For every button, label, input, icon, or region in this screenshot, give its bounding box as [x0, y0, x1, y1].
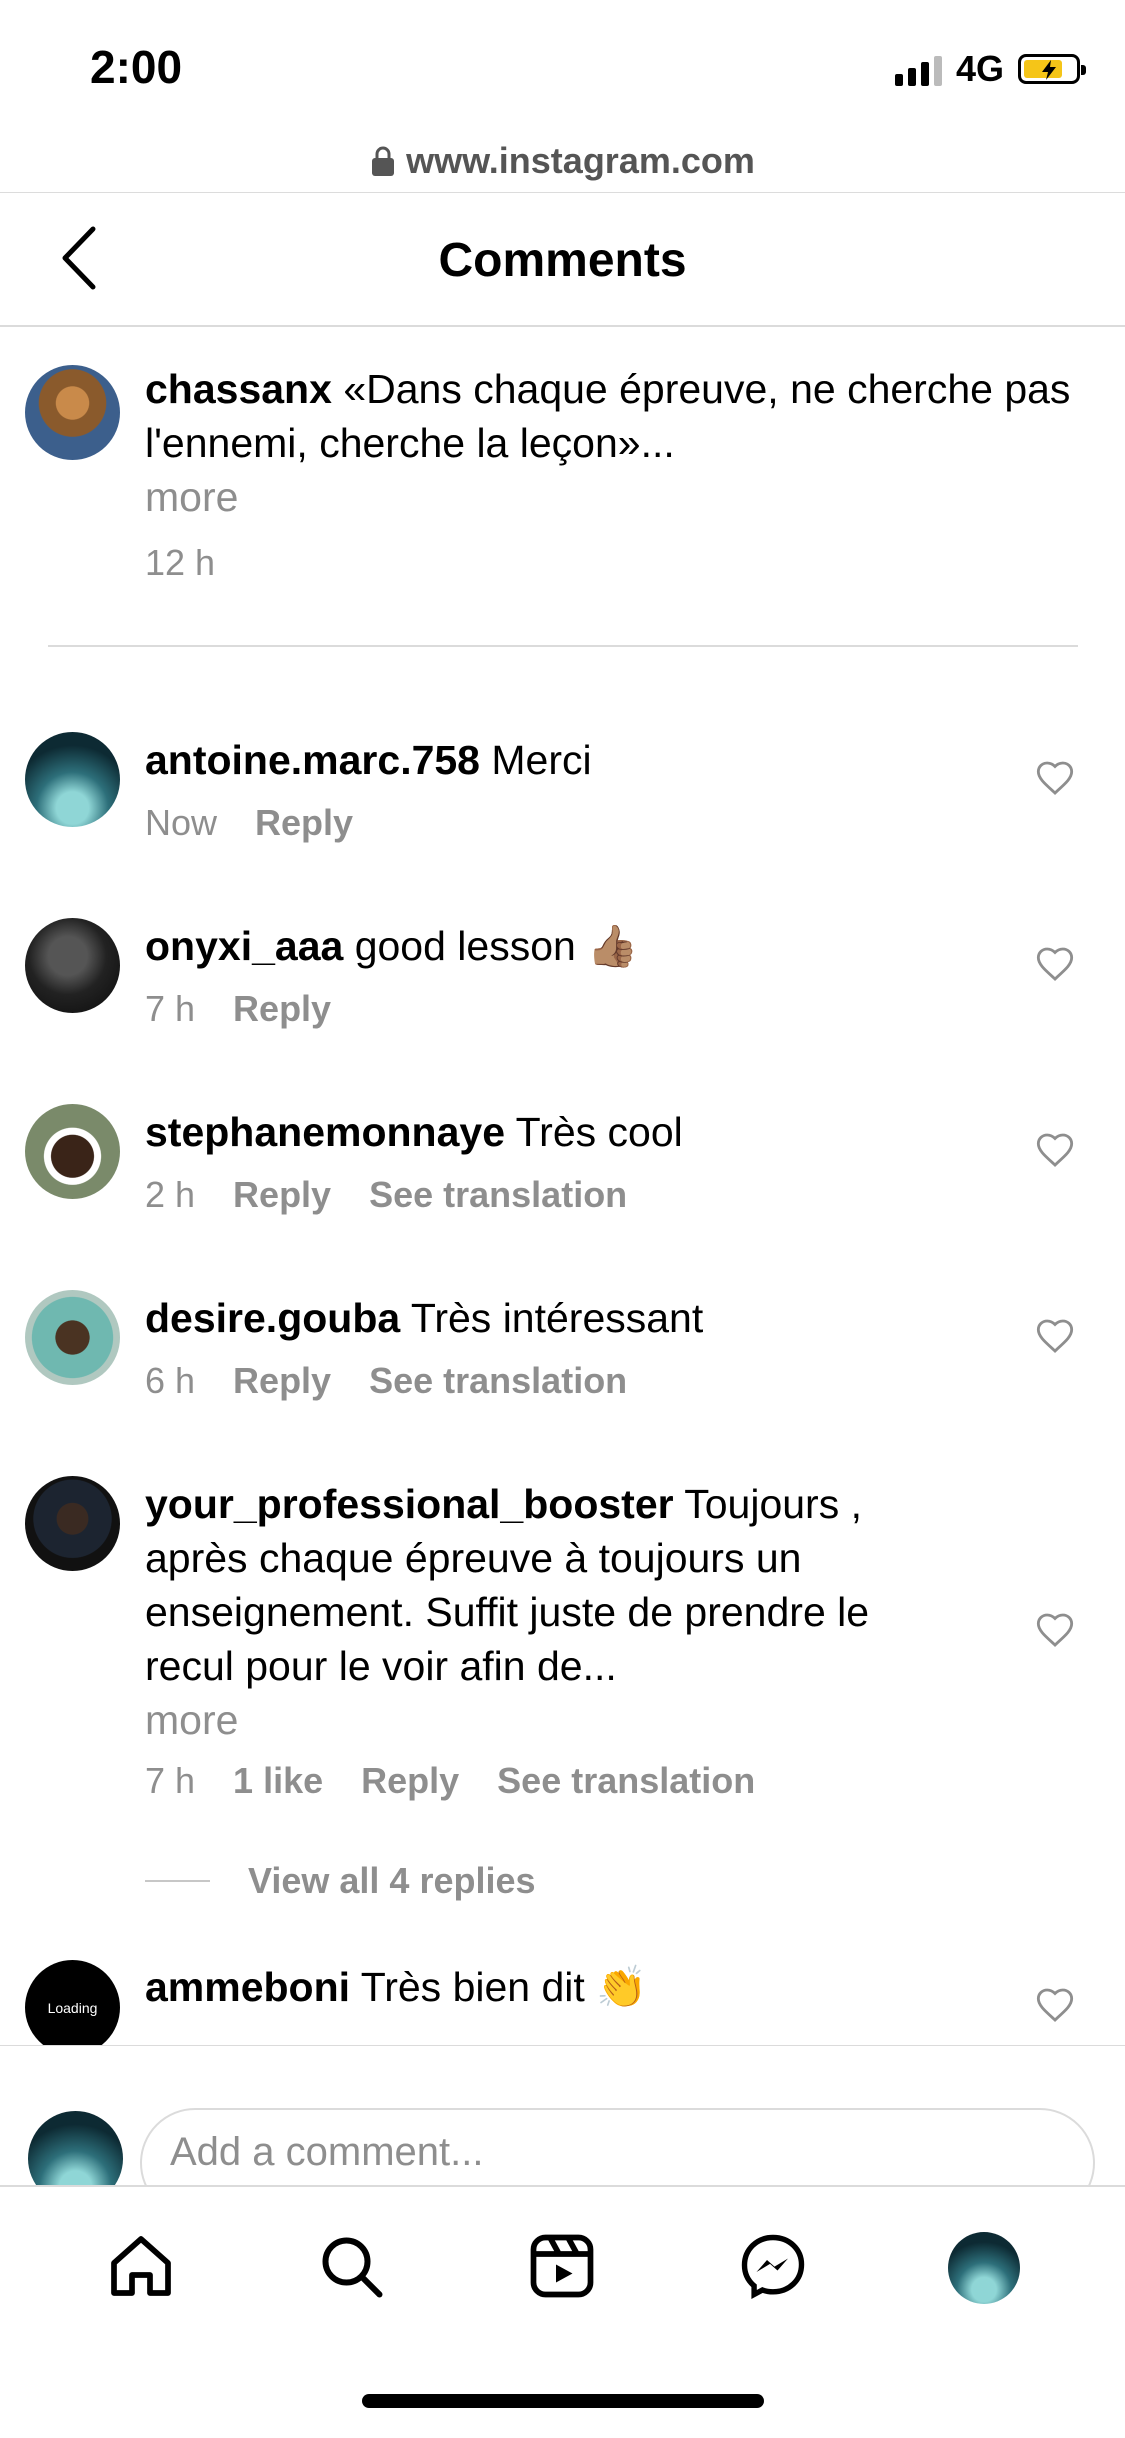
- comment-meta: 7 h 1 like Reply See translation: [145, 1760, 755, 1802]
- network-type: 4G: [955, 48, 1004, 89]
- avatar[interactable]: Loading: [25, 1960, 120, 2055]
- comment-username[interactable]: desire.gouba: [145, 1295, 400, 1341]
- avatar[interactable]: [25, 1104, 120, 1199]
- reply-button[interactable]: Reply: [255, 802, 353, 844]
- comment-body: Très cool: [515, 1109, 683, 1155]
- timestamp: 7 h: [145, 988, 196, 1029]
- profile-avatar[interactable]: [948, 2232, 1020, 2304]
- avatar[interactable]: [25, 732, 120, 827]
- comment-input[interactable]: Add a comment...: [140, 2108, 1095, 2186]
- divider: [145, 1880, 210, 1882]
- comment-text: antoine.marc.758 Merci: [145, 733, 592, 787]
- home-icon[interactable]: [105, 2230, 177, 2307]
- comment-meta: Now Reply: [145, 802, 353, 844]
- heart-icon[interactable]: [1035, 1985, 1075, 2030]
- more-link[interactable]: more: [145, 474, 238, 520]
- heart-icon[interactable]: [1035, 758, 1075, 803]
- timestamp: 12 h: [145, 542, 216, 583]
- reply-button[interactable]: Reply: [233, 988, 331, 1030]
- comment-text: stephanemonnaye Très cool: [145, 1105, 683, 1159]
- avatar[interactable]: [25, 365, 120, 460]
- comment-meta: 6 h Reply See translation: [145, 1360, 627, 1402]
- comment-text: desire.gouba Très intéressant: [145, 1291, 703, 1345]
- heart-icon[interactable]: [1035, 1316, 1075, 1361]
- url-bar[interactable]: www.instagram.com: [0, 140, 1125, 186]
- comment-username[interactable]: onyxi_aaa: [145, 923, 343, 969]
- add-comment-bar: Add a comment...: [0, 2045, 1125, 2186]
- heart-icon[interactable]: [1035, 944, 1075, 989]
- comment-text: onyxi_aaa good lesson 👍🏽: [145, 919, 638, 973]
- url-text: www.instagram.com: [406, 140, 755, 181]
- comment-body: Très intéressant: [410, 1295, 704, 1341]
- comment-body: Merci: [491, 737, 592, 783]
- timestamp: Now: [145, 802, 218, 843]
- search-icon[interactable]: [315, 2230, 387, 2307]
- lock-icon: [370, 144, 396, 186]
- avatar[interactable]: [25, 1476, 120, 1571]
- view-replies-label: View all 4 replies: [248, 1860, 536, 1901]
- timestamp: 7 h: [145, 1760, 196, 1801]
- comment-text: your_professional_booster Toujours , apr…: [145, 1477, 945, 1747]
- signal-icon: [894, 52, 942, 86]
- comment-meta: 7 h Reply: [145, 988, 331, 1030]
- comment-username[interactable]: ammeboni: [145, 1964, 350, 2010]
- timestamp: 6 h: [145, 1360, 196, 1401]
- comment-username[interactable]: your_professional_booster: [145, 1481, 674, 1527]
- comment-text: ammeboni Très bien dit 👏: [145, 1960, 647, 2014]
- avatar[interactable]: [25, 918, 120, 1013]
- heart-icon[interactable]: [1035, 1610, 1075, 1655]
- see-translation-button[interactable]: See translation: [369, 1360, 627, 1402]
- view-replies-button[interactable]: View all 4 replies: [145, 1860, 536, 1902]
- more-link[interactable]: more: [145, 1697, 238, 1743]
- caption-username[interactable]: chassanx: [145, 366, 332, 412]
- avatar-loading-text: Loading: [47, 1999, 98, 2016]
- battery-icon: [1018, 54, 1086, 84]
- comment-body: Très bien dit 👏: [360, 1964, 648, 2010]
- bottom-nav: [0, 2185, 1125, 2438]
- reply-button[interactable]: Reply: [361, 1760, 459, 1802]
- comment-username[interactable]: antoine.marc.758: [145, 737, 480, 783]
- comment-meta: 2 h Reply See translation: [145, 1174, 627, 1216]
- page-title: Comments: [438, 234, 687, 287]
- caption-text: chassanx «Dans chaque épreuve, ne cherch…: [145, 362, 1115, 524]
- comment-body: good lesson 👍🏽: [354, 923, 639, 969]
- header: Comments: [0, 193, 1125, 327]
- avatar[interactable]: [25, 1290, 120, 1385]
- timestamp: 2 h: [145, 1174, 196, 1215]
- see-translation-button[interactable]: See translation: [497, 1760, 755, 1802]
- status-time: 2:00: [90, 41, 183, 93]
- comment-username[interactable]: stephanemonnaye: [145, 1109, 505, 1155]
- avatar[interactable]: [28, 2111, 123, 2186]
- home-indicator: [362, 2394, 764, 2408]
- reply-button[interactable]: Reply: [233, 1360, 331, 1402]
- reply-button[interactable]: Reply: [233, 1174, 331, 1216]
- caption-meta: 12 h: [145, 542, 215, 584]
- status-indicators: 4G: [894, 48, 1086, 90]
- see-translation-button[interactable]: See translation: [369, 1174, 627, 1216]
- messenger-icon[interactable]: [737, 2230, 809, 2307]
- reels-icon[interactable]: [526, 2230, 598, 2307]
- divider: [48, 645, 1078, 647]
- likes-count[interactable]: 1 like: [233, 1760, 323, 1802]
- heart-icon[interactable]: [1035, 1130, 1075, 1175]
